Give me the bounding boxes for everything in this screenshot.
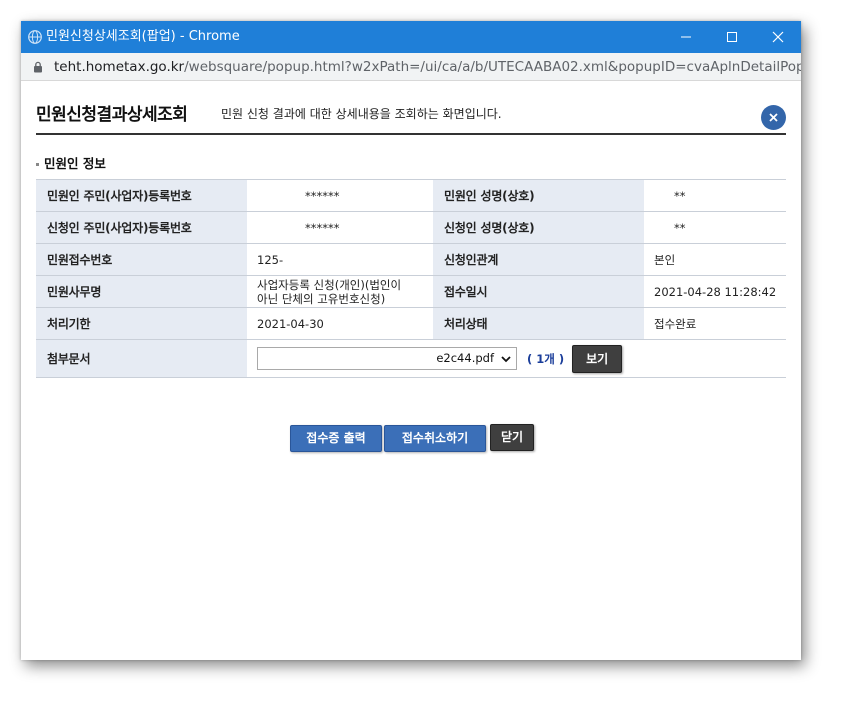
applicant-id-value: ****** [247, 211, 433, 244]
attachment-select[interactable]: e2c44.pdf [257, 347, 517, 370]
close-icon [769, 113, 778, 122]
receipt-date-value: 2021-04-28 11:28:42 [644, 275, 786, 308]
url-text[interactable]: teht.hometax.go.kr/websquare/popup.html?… [54, 59, 801, 75]
chrome-globe-icon [28, 30, 42, 44]
minimize-icon [681, 36, 691, 38]
affair-value-line1: 사업자등록 신청(개인)(법인이 [257, 277, 402, 292]
affair-value: 사업자등록 신청(개인)(법인이 아닌 단체의 고유번호신청) [247, 275, 433, 308]
receipt-date-label: 접수일시 [433, 275, 644, 308]
close-button[interactable]: 닫기 [490, 424, 535, 451]
deadline-label: 처리기한 [36, 307, 247, 340]
civil-id-value: ****** [247, 179, 433, 212]
applicant-name-label: 신청인 성명(상호) [433, 211, 644, 244]
table-row: 신청인 주민(사업자)등록번호 ****** 신청인 성명(상호) ** [36, 211, 786, 244]
lock-icon [34, 61, 42, 73]
receipt-no-label: 민원접수번호 [36, 243, 247, 276]
attach-cell: e2c44.pdf ( 1개 ) 보기 [247, 339, 786, 378]
table-row: 처리기한 2021-04-30 처리상태 접수완료 [36, 307, 786, 340]
window-title: 민원신청상세조회(팝업) - Chrome [46, 29, 240, 44]
relation-value: 본인 [644, 243, 786, 276]
view-button[interactable]: 보기 [572, 344, 623, 373]
status-label: 처리상태 [433, 307, 644, 340]
affair-label: 민원사무명 [36, 275, 247, 308]
action-buttons: 접수증 출력 접수취소하기 닫기 [290, 424, 535, 452]
window-close-button[interactable] [755, 21, 801, 53]
civil-id-label: 민원인 주민(사업자)등록번호 [36, 179, 247, 212]
popup-window: 민원신청상세조회(팝업) - Chrome teht.hometax.go.kr… [21, 21, 801, 660]
page-title: 민원신청결과상세조회 [36, 105, 188, 125]
page-content: 민원신청결과상세조회 민원 신청 결과에 대한 상세내용을 조회하는 화면입니다… [21, 82, 801, 660]
title-divider [36, 133, 786, 135]
minimize-button[interactable] [663, 21, 709, 53]
title-bar: 민원신청상세조회(팝업) - Chrome [21, 21, 801, 53]
print-receipt-button[interactable]: 접수증 출력 [290, 425, 382, 452]
table-row: 첨부문서 e2c44.pdf ( 1개 ) 보기 [36, 339, 786, 378]
table-row: 민원사무명 사업자등록 신청(개인)(법인이 아닌 단체의 고유번호신청) 접수… [36, 275, 786, 308]
affair-value-line2: 아닌 단체의 고유번호신청) [257, 291, 386, 306]
page-description: 민원 신청 결과에 대한 상세내용을 조회하는 화면입니다. [221, 107, 502, 121]
section-title: 민원인 정보 [36, 153, 106, 172]
applicant-id-label: 신청인 주민(사업자)등록번호 [36, 211, 247, 244]
applicant-name-value: ** [644, 211, 786, 244]
deadline-value: 2021-04-30 [247, 307, 433, 340]
civil-name-label: 민원인 성명(상호) [433, 179, 644, 212]
section-title-text: 민원인 정보 [44, 156, 106, 171]
table-row: 민원접수번호 125- 신청인관계 본인 [36, 243, 786, 276]
cancel-receipt-button[interactable]: 접수취소하기 [384, 425, 486, 452]
attachment-count: ( 1개 ) [527, 351, 565, 366]
url-host: teht.hometax.go.kr [54, 59, 185, 75]
attach-label: 첨부문서 [36, 339, 247, 378]
close-icon [772, 31, 784, 43]
maximize-button[interactable] [709, 21, 755, 53]
chevron-down-icon [501, 356, 511, 363]
attachment-select-value: e2c44.pdf [436, 351, 494, 365]
table-row: 민원인 주민(사업자)등록번호 ****** 민원인 성명(상호) ** [36, 179, 786, 212]
bullet-icon [36, 163, 39, 166]
civil-name-value: ** [644, 179, 786, 212]
applicant-info-table: 민원인 주민(사업자)등록번호 ****** 민원인 성명(상호) ** 신청인… [36, 179, 786, 378]
status-value: 접수완료 [644, 307, 786, 340]
relation-label: 신청인관계 [433, 243, 644, 276]
url-path: /websquare/popup.html?w2xPath=/ui/ca/a/b… [184, 59, 801, 75]
address-bar[interactable]: teht.hometax.go.kr/websquare/popup.html?… [21, 53, 801, 81]
popup-close-button[interactable] [761, 105, 786, 130]
receipt-no-value: 125- [247, 243, 433, 276]
maximize-icon [727, 32, 737, 42]
